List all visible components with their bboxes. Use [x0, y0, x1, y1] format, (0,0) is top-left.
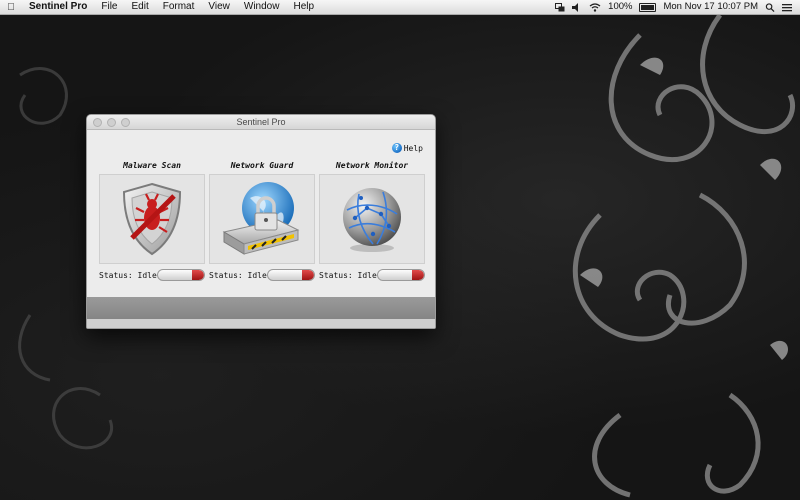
status-text: Status: Idle — [319, 270, 377, 280]
clock[interactable]: Mon Nov 17 10:07 PM — [663, 0, 758, 14]
status-text: Status: Idle — [99, 270, 157, 280]
network-monitor-tile[interactable] — [319, 174, 425, 264]
status-tray: 100% Mon Nov 17 10:07 PM — [555, 0, 800, 14]
menu-bar:  Sentinel Pro File Edit Format View Win… — [0, 0, 800, 15]
window-title: Sentinel Pro — [236, 117, 286, 127]
menu-view[interactable]: View — [201, 0, 237, 14]
notification-center-icon[interactable] — [782, 3, 792, 12]
status-text: Status: Idle — [209, 270, 267, 280]
menu-edit[interactable]: Edit — [124, 0, 155, 14]
feature-panels: Malware Scan Status: Idle Network Guard … — [99, 160, 425, 281]
help-label: Help — [403, 143, 423, 153]
panel-malware-scan: Malware Scan Status: Idle — [99, 160, 205, 281]
menu-help[interactable]: Help — [286, 0, 321, 14]
network-guard-tile[interactable] — [209, 174, 315, 264]
footer-bar — [87, 297, 435, 319]
battery-icon[interactable] — [639, 2, 657, 12]
app-menu[interactable]: Sentinel Pro — [22, 0, 94, 14]
spotlight-search-icon[interactable] — [765, 2, 775, 12]
window-titlebar[interactable]: Sentinel Pro — [87, 115, 435, 130]
network-guard-toggle[interactable] — [267, 269, 315, 281]
panel-label: Malware Scan — [123, 161, 181, 170]
panel-network-monitor: Network Monitor Status: Idle — [319, 160, 425, 281]
footer-strip — [87, 319, 435, 328]
help-icon: ? — [391, 143, 402, 153]
malware-scan-tile[interactable] — [99, 174, 205, 264]
menu-format[interactable]: Format — [156, 0, 202, 14]
volume-icon[interactable] — [572, 2, 582, 12]
panel-label: Network Monitor — [335, 161, 409, 170]
battery-percent: 100% — [608, 1, 633, 12]
menu-window[interactable]: Window — [237, 0, 287, 14]
wifi-icon[interactable] — [589, 2, 601, 12]
app-window: Sentinel Pro ? Help Malware Scan Status:… — [86, 114, 436, 329]
close-button[interactable] — [93, 118, 102, 127]
panel-label: Network Guard — [230, 161, 294, 170]
minimize-button[interactable] — [107, 118, 116, 127]
menu-file[interactable]: File — [94, 0, 124, 14]
zoom-button[interactable] — [121, 118, 130, 127]
network-globe-icon — [343, 188, 401, 252]
globe-lock-icon — [222, 182, 300, 255]
malware-scan-toggle[interactable] — [157, 269, 205, 281]
help-button[interactable]: ? Help — [391, 143, 423, 153]
shield-bug-icon — [122, 182, 182, 256]
apple-icon[interactable]:  — [0, 2, 22, 13]
panel-network-guard: Network Guard Status: Idle — [209, 160, 315, 281]
network-monitor-toggle[interactable] — [377, 269, 425, 281]
display-mirror-icon[interactable] — [555, 2, 565, 12]
